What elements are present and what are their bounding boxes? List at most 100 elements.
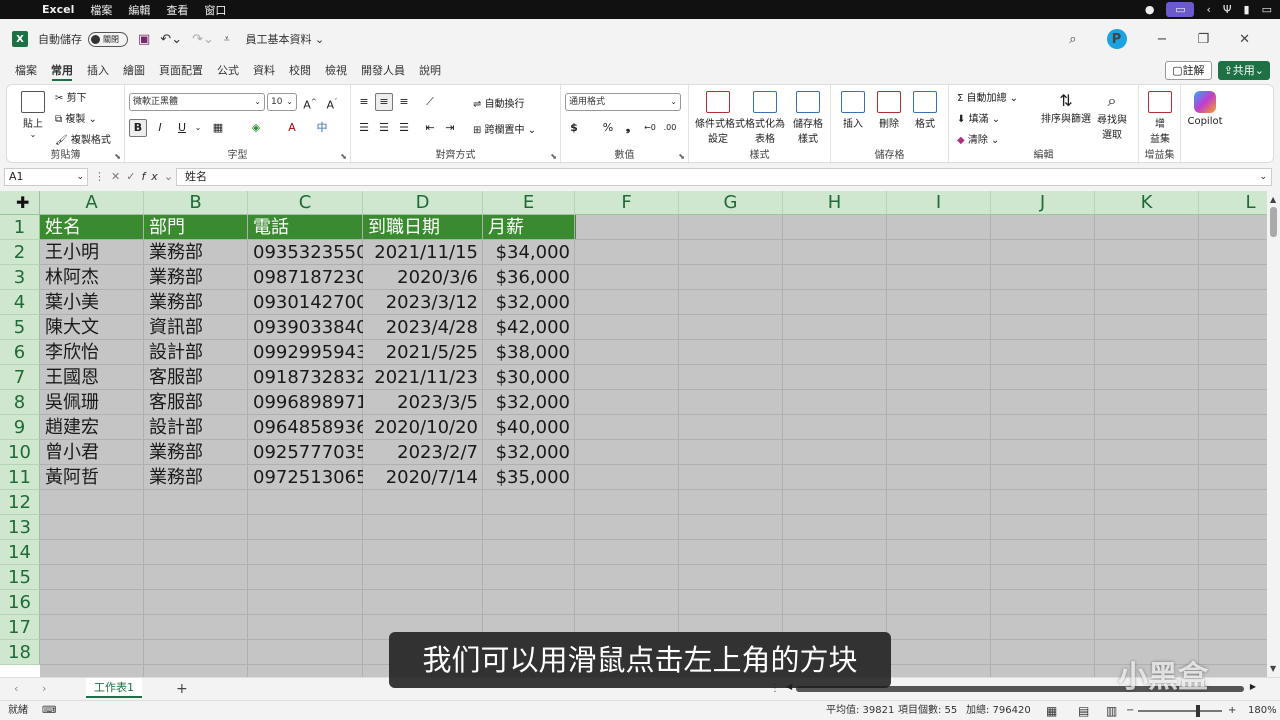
copilot-button[interactable]: Copilot bbox=[1185, 91, 1225, 127]
row-header-12[interactable]: 12 bbox=[0, 490, 40, 515]
table-header-cell[interactable]: 部門 bbox=[144, 215, 248, 240]
close-icon[interactable]: ✕ bbox=[1239, 32, 1250, 47]
table-cell[interactable]: 0964858936 bbox=[248, 415, 363, 440]
row-header-14[interactable]: 14 bbox=[0, 540, 40, 565]
table-cell[interactable]: 吳佩珊 bbox=[40, 390, 144, 415]
fill-color-icon[interactable]: ◈ bbox=[247, 119, 265, 137]
function-icon[interactable]: fx bbox=[141, 170, 163, 183]
merge-center-button[interactable]: ⊞ 跨欄置中 ⌄ bbox=[473, 121, 536, 136]
record-icon[interactable]: ● bbox=[1145, 3, 1155, 16]
vertical-scrollbar[interactable]: ▲ ▼ bbox=[1267, 191, 1280, 677]
chevron-right-icon[interactable]: › bbox=[42, 678, 46, 700]
table-cell[interactable]: 業務部 bbox=[144, 290, 248, 315]
column-header-h[interactable]: H bbox=[783, 191, 887, 215]
format-painter-button[interactable]: 🖌 複製格式 bbox=[55, 131, 111, 146]
tab-page-layout[interactable]: 頁面配置 bbox=[152, 59, 210, 83]
zoom-slider[interactable] bbox=[1138, 710, 1222, 712]
sort-filter-button[interactable]: ⇅ 排序與篩選 bbox=[1041, 91, 1091, 125]
decrease-indent-icon[interactable]: ⇤ bbox=[421, 119, 439, 137]
phonetic-guide-icon[interactable]: 中 bbox=[313, 119, 331, 137]
row-header-11[interactable]: 11 bbox=[0, 465, 40, 490]
enter-icon[interactable]: ✓ bbox=[126, 170, 141, 183]
menu-window[interactable]: 窗口 bbox=[204, 2, 226, 18]
table-cell[interactable]: 2023/3/5 bbox=[363, 390, 483, 415]
scroll-up-icon[interactable]: ▲ bbox=[1270, 195, 1276, 204]
account-avatar[interactable]: P bbox=[1106, 29, 1127, 49]
normal-view-icon[interactable]: ▦ bbox=[1046, 701, 1057, 720]
table-cell[interactable]: 0935323550 bbox=[248, 240, 363, 265]
align-bottom-icon[interactable]: ≡ bbox=[395, 93, 413, 111]
chevron-left-icon[interactable]: ‹ bbox=[14, 678, 18, 700]
tab-data[interactable]: 資料 bbox=[246, 59, 282, 83]
decrease-font-icon[interactable]: Aˇ bbox=[323, 93, 341, 112]
row-header-2[interactable]: 2 bbox=[0, 240, 40, 265]
table-cell[interactable]: 2021/11/15 bbox=[363, 240, 483, 265]
delete-cells-button[interactable]: 刪除 bbox=[875, 91, 903, 130]
table-cell[interactable]: 葉小美 bbox=[40, 290, 144, 315]
table-cell[interactable]: 業務部 bbox=[144, 440, 248, 465]
redo-icon[interactable]: ↷⌄ bbox=[192, 32, 214, 47]
cell-area[interactable]: 姓名 部門 電話 到職日期 月薪 王小明 業務部 0935323550 2021/11/15 $3… bbox=[40, 215, 1267, 677]
table-cell[interactable]: 陳大文 bbox=[40, 315, 144, 340]
align-right-icon[interactable]: ☰ bbox=[395, 119, 413, 137]
format-as-table-button[interactable]: 格式化為 表格 bbox=[745, 91, 785, 145]
table-cell[interactable]: 0925777035 bbox=[248, 440, 363, 465]
table-cell[interactable]: 0930142700 bbox=[248, 290, 363, 315]
align-center-icon[interactable]: ☰ bbox=[375, 119, 393, 137]
document-title[interactable]: 員工基本資料 ⌄ bbox=[246, 31, 325, 47]
column-header-d[interactable]: D bbox=[363, 191, 483, 215]
formula-input[interactable]: 姓名 ⌄ bbox=[176, 168, 1272, 186]
cell-styles-button[interactable]: 儲存格 樣式 bbox=[789, 91, 827, 145]
addins-button[interactable]: 增 益集 bbox=[1147, 91, 1173, 145]
row-header-10[interactable]: 10 bbox=[0, 440, 40, 465]
number-format-select[interactable]: 通用格式 ⌄ bbox=[565, 93, 681, 111]
insert-cells-button[interactable]: 插入 bbox=[839, 91, 867, 130]
table-cell[interactable]: $32,000 bbox=[483, 290, 575, 315]
table-cell[interactable]: $32,000 bbox=[483, 390, 575, 415]
tab-draw[interactable]: 繪圖 bbox=[116, 59, 152, 83]
table-cell[interactable]: $32,000 bbox=[483, 440, 575, 465]
align-top-icon[interactable]: ≡ bbox=[355, 93, 373, 111]
row-header-7[interactable]: 7 bbox=[0, 365, 40, 390]
italic-button[interactable]: I bbox=[151, 119, 169, 137]
table-cell[interactable]: 0918732832 bbox=[248, 365, 363, 390]
cut-button[interactable]: ✂ 剪下 bbox=[55, 89, 87, 104]
comma-style-icon[interactable]: ❟ bbox=[619, 119, 637, 137]
table-cell[interactable]: 2023/4/28 bbox=[363, 315, 483, 340]
chevron-left-icon[interactable]: ‹ bbox=[1206, 3, 1210, 16]
autosave-toggle[interactable]: 關閉 bbox=[88, 31, 128, 47]
autosum-button[interactable]: Σ 自動加總 ⌄ bbox=[957, 89, 1018, 104]
fill-button[interactable]: ⬇ 填滿 ⌄ bbox=[957, 110, 1000, 125]
comment-button[interactable]: ▢ 註解 bbox=[1165, 61, 1212, 80]
page-layout-view-icon[interactable]: ▤ bbox=[1078, 701, 1089, 720]
tab-developer[interactable]: 開發人員 bbox=[354, 59, 412, 83]
table-cell[interactable]: 0939033840 bbox=[248, 315, 363, 340]
row-header-17[interactable]: 17 bbox=[0, 615, 40, 640]
customize-toolbar-icon[interactable]: ⩡ bbox=[224, 34, 230, 45]
increase-decimal-icon[interactable]: ←0 bbox=[641, 119, 659, 137]
zoom-slider-knob[interactable] bbox=[1196, 705, 1200, 717]
row-header-5[interactable]: 5 bbox=[0, 315, 40, 340]
column-header-l[interactable]: L bbox=[1199, 191, 1267, 215]
table-cell[interactable]: 2021/5/25 bbox=[363, 340, 483, 365]
tab-view[interactable]: 檢視 bbox=[318, 59, 354, 83]
align-left-icon[interactable]: ☰ bbox=[355, 119, 373, 137]
row-header-9[interactable]: 9 bbox=[0, 415, 40, 440]
orientation-icon[interactable]: ⟋ bbox=[421, 93, 439, 111]
table-cell[interactable]: 設計部 bbox=[144, 340, 248, 365]
minimize-icon[interactable]: − bbox=[1157, 32, 1168, 47]
tab-review[interactable]: 校閱 bbox=[282, 59, 318, 83]
page-break-view-icon[interactable]: ▥ bbox=[1106, 701, 1117, 720]
wrap-text-button[interactable]: ⇌ 自動換行 bbox=[473, 95, 525, 110]
row-header-18[interactable]: 18 bbox=[0, 640, 40, 665]
table-cell[interactable]: 林阿杰 bbox=[40, 265, 144, 290]
table-cell[interactable]: 業務部 bbox=[144, 265, 248, 290]
table-cell[interactable]: 2020/3/6 bbox=[363, 265, 483, 290]
menu-app-name[interactable]: Excel bbox=[42, 3, 74, 16]
share-button[interactable]: ⇪ 共用 ⌄ bbox=[1217, 61, 1270, 80]
tab-home[interactable]: 常用 bbox=[44, 59, 80, 83]
copy-button[interactable]: ⧉ 複製 ⌄ bbox=[55, 110, 97, 125]
tab-formulas[interactable]: 公式 bbox=[210, 59, 246, 83]
align-middle-icon[interactable]: ≡ bbox=[375, 93, 393, 111]
column-header-c[interactable]: C bbox=[248, 191, 363, 215]
